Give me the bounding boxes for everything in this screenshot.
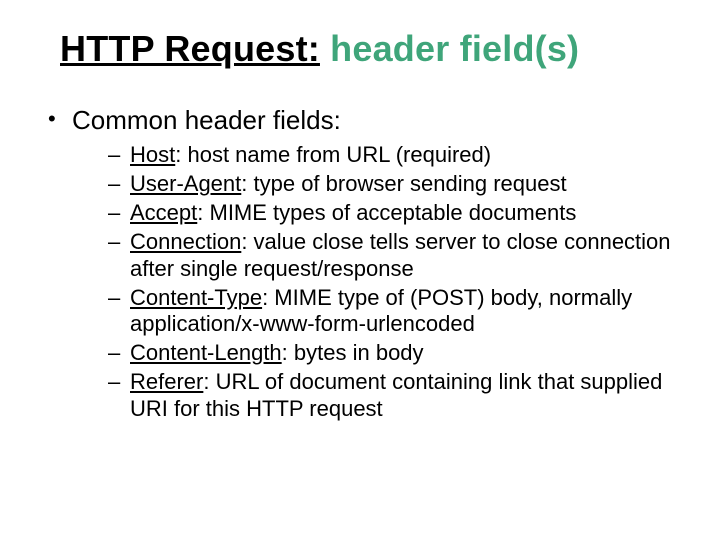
title-part1: HTTP Request: xyxy=(60,28,320,69)
bullet-item: Common header fields: Host: host name fr… xyxy=(48,105,690,422)
list-item: Accept: MIME types of acceptable documen… xyxy=(108,200,690,227)
bullet-heading: Common header fields: xyxy=(72,105,341,135)
list-item: Referer: URL of document containing link… xyxy=(108,369,690,423)
list-item: Content-Type: MIME type of (POST) body, … xyxy=(108,285,690,339)
field-desc: : host name from URL (required) xyxy=(175,142,491,167)
list-item: Host: host name from URL (required) xyxy=(108,142,690,169)
list-item: User-Agent: type of browser sending requ… xyxy=(108,171,690,198)
field-term: Content-Length xyxy=(130,340,282,365)
list-item: Connection: value close tells server to … xyxy=(108,229,690,283)
field-desc: : type of browser sending request xyxy=(241,171,566,196)
field-term: Referer xyxy=(130,369,203,394)
field-term: Host xyxy=(130,142,175,167)
field-desc: : URL of document containing link that s… xyxy=(130,369,662,421)
field-term: User-Agent xyxy=(130,171,241,196)
slide: HTTP Request: header field(s) Common hea… xyxy=(0,0,720,540)
title-part2: header field(s) xyxy=(320,28,579,69)
page-title: HTTP Request: header field(s) xyxy=(60,28,690,69)
field-desc: : bytes in body xyxy=(282,340,424,365)
list-item: Content-Length: bytes in body xyxy=(108,340,690,367)
field-term: Accept xyxy=(130,200,197,225)
bullet-list: Common header fields: Host: host name fr… xyxy=(48,105,690,422)
field-term: Content-Type xyxy=(130,285,262,310)
field-term: Connection xyxy=(130,229,241,254)
field-list: Host: host name from URL (required) User… xyxy=(108,142,690,422)
field-desc: : MIME types of acceptable documents xyxy=(197,200,576,225)
